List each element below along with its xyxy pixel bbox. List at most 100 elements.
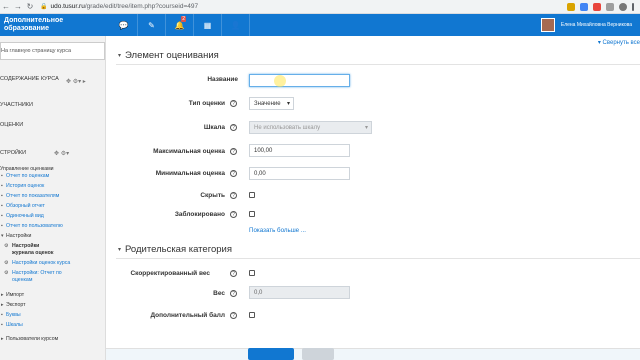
sidebar-item-scales[interactable]: Шкалы bbox=[6, 322, 23, 329]
help-icon[interactable]: ? bbox=[230, 312, 237, 319]
sidebar-item-export[interactable]: Экспорт bbox=[6, 302, 26, 309]
user-name: Елена Михайловна Верникова bbox=[560, 22, 632, 28]
scale-value: Не использовать шкалу bbox=[254, 124, 321, 131]
sidebar-item-course-grade-settings[interactable]: Настройки оценок курса bbox=[12, 260, 70, 267]
grade-type-select[interactable]: Значение ▾ bbox=[249, 97, 294, 110]
scale-label: Шкала bbox=[203, 124, 225, 131]
cancel-button[interactable] bbox=[302, 348, 334, 360]
weight-label: Вес bbox=[213, 290, 225, 297]
pin-icon[interactable]: ✎ bbox=[138, 14, 166, 36]
help-icon[interactable]: ? bbox=[230, 270, 237, 277]
course-home-link[interactable]: На главную страницу курса bbox=[0, 42, 105, 60]
locked-label: Заблокировано bbox=[174, 211, 225, 218]
notifications-icon[interactable]: 🔔 2 bbox=[166, 14, 194, 36]
sidebar-item-gradebook-settings[interactable]: Настройки журнала оценок bbox=[12, 243, 58, 256]
user-menu[interactable]: Елена Михайловна Верникова bbox=[540, 18, 632, 32]
chevron-down-icon: ▾ bbox=[118, 53, 122, 59]
weight-input[interactable]: 0,0 bbox=[249, 286, 350, 299]
calendar-icon[interactable]: ▦ bbox=[194, 14, 222, 36]
save-button[interactable] bbox=[248, 348, 294, 360]
section-grade-item-title: Элемент оценивания bbox=[125, 50, 219, 61]
chevron-right-icon[interactable]: ▸ bbox=[1, 302, 4, 308]
extensions bbox=[567, 2, 634, 11]
site-header: Дополнительное образование 💬 ✎ 🔔 2 ▦ 👤 Ел… bbox=[0, 14, 640, 36]
collapse-all-link[interactable]: ▾ Свернуть все bbox=[598, 39, 640, 46]
extension-icon[interactable] bbox=[593, 2, 601, 11]
move-icon[interactable]: ✥ ⚙▾ ▸ bbox=[66, 78, 86, 85]
address-bar[interactable]: udo.tusur.ru/grade/edit/tree/item.php?co… bbox=[50, 3, 198, 10]
help-icon[interactable]: ? bbox=[230, 100, 237, 107]
url-path: /grade/edit/tree/item.php?courseid=497 bbox=[84, 3, 199, 10]
messages-icon[interactable]: 💬 bbox=[110, 14, 138, 36]
settings-block-controls[interactable]: ✥ ⚙▾ bbox=[54, 150, 69, 157]
min-grade-input[interactable]: 0,00 bbox=[249, 167, 350, 180]
extra-credit-checkbox[interactable] bbox=[249, 312, 255, 318]
grade-type-value: Значение bbox=[254, 100, 281, 107]
chevron-right-icon[interactable]: ▸ bbox=[1, 292, 4, 298]
mouse-cursor-highlight bbox=[274, 75, 286, 87]
sidebar-item-import[interactable]: Импорт bbox=[6, 292, 24, 299]
help-icon[interactable]: ? bbox=[230, 192, 237, 199]
help-icon[interactable]: ? bbox=[230, 170, 237, 177]
bullet-icon: ▪ bbox=[1, 183, 3, 189]
sidebar: На главную страницу курса СОДЕРЖАНИЕ КУР… bbox=[0, 36, 106, 360]
browser-toolbar: ← → ↻ 🔒 udo.tusur.ru/grade/edit/tree/ite… bbox=[0, 0, 640, 14]
min-grade-label: Минимальная оценка bbox=[155, 170, 225, 177]
sidebar-item-grade-history[interactable]: История оценок bbox=[6, 183, 44, 190]
section-parent-category[interactable]: ▾ Родительская категория bbox=[118, 244, 232, 255]
divider bbox=[116, 258, 640, 259]
help-icon[interactable]: ? bbox=[230, 124, 237, 131]
sidebar-item-grader-report[interactable]: Отчет по оценкам bbox=[6, 173, 49, 180]
adjusted-weight-checkbox[interactable] bbox=[249, 270, 255, 276]
scale-select[interactable]: Не использовать шкалу ▾ bbox=[249, 121, 372, 134]
star-icon[interactable] bbox=[567, 2, 575, 11]
reload-icon[interactable]: ↻ bbox=[24, 1, 36, 13]
menu-icon[interactable] bbox=[632, 2, 634, 11]
grade-admin-node[interactable]: Управление оценками bbox=[0, 166, 54, 173]
chevron-down-icon: ▾ bbox=[286, 101, 290, 107]
puzzle-icon[interactable] bbox=[606, 2, 614, 11]
adjusted-weight-label: Скорректированный вес bbox=[130, 270, 210, 277]
locked-checkbox[interactable] bbox=[249, 211, 255, 217]
section-parent-category-title: Родительская категория bbox=[125, 244, 232, 255]
sidebar-item-letters[interactable]: Буквы bbox=[6, 312, 21, 319]
sidebar-item-course-users[interactable]: Пользователи курсом bbox=[6, 336, 58, 343]
gear-icon: ⚙ bbox=[4, 260, 9, 266]
sidebar-item-settings[interactable]: Настройки bbox=[6, 233, 31, 240]
max-grade-input[interactable]: 100,00 bbox=[249, 144, 350, 157]
help-icon[interactable]: ? bbox=[230, 211, 237, 218]
sidebar-item-overview-report[interactable]: Обзорный отчет bbox=[6, 203, 45, 210]
back-icon[interactable]: ← bbox=[0, 1, 12, 13]
name-input[interactable] bbox=[249, 74, 350, 87]
url-host: udo.tusur.ru bbox=[50, 3, 85, 10]
section-grade-item[interactable]: ▾ Элемент оценивания bbox=[118, 50, 219, 61]
sidebar-item-outcomes-report[interactable]: Отчет по показателям bbox=[6, 193, 59, 200]
bullet-icon: ▪ bbox=[1, 312, 3, 318]
sidebar-item-single-view[interactable]: Одиночный вид bbox=[6, 213, 44, 220]
hidden-checkbox[interactable] bbox=[249, 192, 255, 198]
help-icon[interactable]: ? bbox=[230, 148, 237, 155]
bullet-icon: ▪ bbox=[1, 193, 3, 199]
user-icon[interactable]: 👤 bbox=[222, 14, 250, 36]
chevron-down-icon: ▾ bbox=[118, 247, 122, 253]
name-label: Название bbox=[207, 76, 238, 83]
help-icon[interactable]: ? bbox=[230, 290, 237, 297]
chevron-down-icon[interactable]: ▾ bbox=[1, 233, 4, 239]
form-actions-bar bbox=[106, 348, 640, 360]
bullet-icon: ▪ bbox=[1, 173, 3, 179]
profile-icon[interactable] bbox=[619, 2, 627, 11]
sidebar-item-user-report[interactable]: Отчет по пользователю bbox=[6, 223, 63, 230]
show-more-link[interactable]: Показать больше ... bbox=[249, 227, 306, 234]
extension-icon[interactable] bbox=[580, 2, 588, 11]
chevron-right-icon[interactable]: ▸ bbox=[1, 336, 4, 342]
sidebar-item-grader-report-settings[interactable]: Настройки: Отчет по оценкам bbox=[12, 270, 72, 283]
divider bbox=[116, 64, 640, 65]
bullet-icon: ▪ bbox=[1, 213, 3, 219]
header-icons: 💬 ✎ 🔔 2 ▦ 👤 bbox=[110, 14, 250, 36]
site-brand[interactable]: Дополнительное образование bbox=[0, 17, 104, 33]
block-grades-title[interactable]: ОЦЕНКИ bbox=[0, 122, 23, 129]
max-grade-label: Максимальная оценка bbox=[153, 148, 225, 155]
gear-icon: ⚙ bbox=[4, 270, 9, 276]
forward-icon[interactable]: → bbox=[12, 1, 24, 13]
block-participants-title[interactable]: УЧАСТНИКИ bbox=[0, 102, 33, 109]
